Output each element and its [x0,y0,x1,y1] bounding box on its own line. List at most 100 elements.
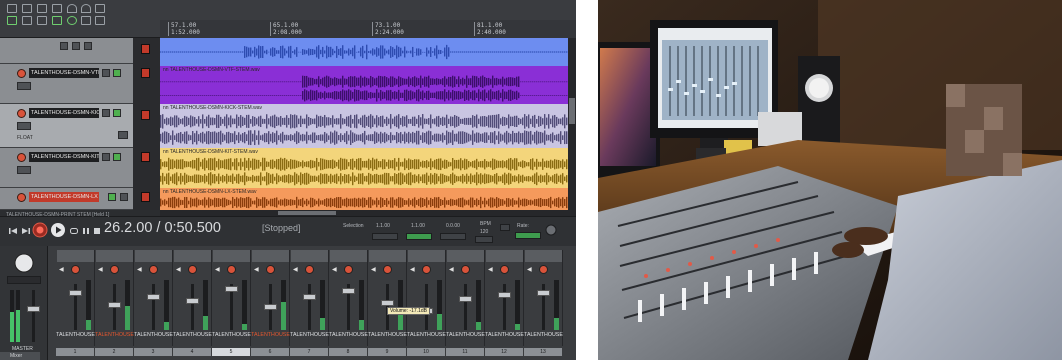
pause-icon[interactable] [81,226,91,236]
volume-fader[interactable] [459,296,472,302]
lock-toggle-icon[interactable] [95,16,105,25]
strip-number[interactable]: 12 [485,348,523,356]
master-pan-knob-icon[interactable] [13,252,35,274]
bpm-value[interactable]: 120 [480,229,488,235]
media-item[interactable]: nn TALENTHOUSE-DSMN-LX-STEM.wav [160,188,568,210]
fader-track[interactable] [308,284,311,330]
fx-arrow-icon[interactable]: ◀ [215,266,220,273]
mute-button[interactable] [120,193,128,201]
time-signature-box[interactable] [475,236,493,243]
strip-number[interactable]: 11 [446,348,484,356]
selection-length[interactable]: 0.0.00 [446,223,460,229]
timeline-ruler[interactable]: 57.1.00 1:52.000 65.1.00 2:08.000 73.1.00 2… [160,20,576,38]
track-envelope-button[interactable] [118,131,128,139]
fx-arrow-icon[interactable]: ◀ [293,266,298,273]
strip-number[interactable]: 7 [290,348,328,356]
strip-name[interactable]: TALENTHOUSE [329,332,368,338]
strip-fx-area[interactable] [330,250,367,262]
fx-button[interactable] [113,153,121,161]
mute-button[interactable] [102,153,110,161]
fx-button[interactable] [113,69,121,77]
strip-fx-area[interactable] [213,250,250,262]
open-project-icon[interactable] [22,4,32,13]
strip-fx-area[interactable] [525,250,562,262]
pan-knob[interactable] [149,265,158,274]
track-io-button[interactable] [17,82,31,90]
strip-number[interactable]: 3 [134,348,172,356]
loop-icon[interactable] [69,226,79,236]
volume-fader[interactable] [225,286,238,292]
pan-knob[interactable] [71,265,80,274]
track-name[interactable]: TALENTHOUSE-DSMN-LX [29,192,99,202]
strip-number[interactable]: 2 [95,348,133,356]
fx-arrow-icon[interactable]: ◀ [59,266,64,273]
track-name[interactable]: TALENTHOUSE-DSMN-VTF [29,68,99,78]
track-header[interactable]: TALENTHOUSE-DSMN-VTF [0,64,133,104]
mute-button[interactable] [102,69,110,77]
track-button[interactable] [84,42,92,50]
mixer-strip[interactable]: ◀ TALENTHOUSE 2 [95,250,134,356]
volume-fader[interactable] [381,300,394,306]
strip-number[interactable]: 4 [173,348,211,356]
metronome-icon[interactable] [95,4,105,13]
strip-number[interactable]: 13 [524,348,562,356]
mixer-strip[interactable]: ◀ TALENTHOUSE 11 [446,250,485,356]
strip-name[interactable]: TALENTHOUSE [212,332,251,338]
fader-track[interactable] [191,284,194,330]
rate-knob-icon[interactable] [545,224,557,236]
fader-track[interactable] [503,284,506,330]
volume-fader[interactable] [108,302,121,308]
strip-fx-area[interactable] [408,250,445,262]
mixer-tab[interactable]: Mixer [0,352,40,360]
track-header[interactable]: TALENTHOUSE-DSMN-KIC FLOAT [0,104,133,148]
media-item[interactable]: nn TALENTHOUSE-DSMN-KIT-STEM.wav [160,148,568,188]
track-name[interactable]: TALENTHOUSE-DSMN-KIC [29,108,99,118]
track-header[interactable]: TALENTHOUSE-DSMN-KIT [0,148,133,188]
strip-fx-area[interactable] [57,250,94,262]
record-arm-button[interactable] [17,153,26,162]
fx-arrow-icon[interactable]: ◀ [137,266,142,273]
mixer-strip[interactable]: ◀ TALENTHOUSE 6 [251,250,290,356]
strip-fx-area[interactable] [174,250,211,262]
pan-knob[interactable] [188,265,197,274]
mixer-strip[interactable]: ◀ TALENTHOUSE 1 [56,250,95,356]
strip-fx-area[interactable] [447,250,484,262]
strip-number[interactable]: 6 [251,348,289,356]
master-fx-slot[interactable] [7,276,41,284]
fx-arrow-icon[interactable]: ◀ [488,266,493,273]
fx-arrow-icon[interactable]: ◀ [332,266,337,273]
fader-track[interactable] [464,284,467,330]
strip-name[interactable]: TALENTHOUSE [134,332,173,338]
master-fader[interactable] [27,306,40,312]
strip-fx-area[interactable] [486,250,523,262]
go-to-end-icon[interactable] [21,226,31,236]
mixer-strip[interactable]: ◀ TALENTHOUSE 9 [368,250,407,356]
master-fader-track[interactable] [32,290,35,342]
undo-icon[interactable] [67,4,77,13]
strip-name[interactable]: TALENTHOUSE [485,332,524,338]
volume-fader[interactable] [186,298,199,304]
strip-name[interactable]: TALENTHOUSE [251,332,290,338]
track-io-button[interactable] [17,122,31,130]
strip-fx-area[interactable] [369,250,406,262]
selection-end[interactable]: 1.1.00 [411,223,425,229]
strip-number[interactable]: 9 [368,348,406,356]
pan-knob[interactable] [305,265,314,274]
fx-button[interactable] [108,193,116,201]
position-readout[interactable]: 26.2.00 / 0:50.500 [104,220,221,236]
media-item[interactable] [160,38,568,66]
strip-number[interactable]: 8 [329,348,367,356]
strip-fx-area[interactable] [96,250,133,262]
mixer-strip[interactable]: ◀ TALENTHOUSE 8 [329,250,368,356]
fx-button[interactable] [113,109,121,117]
volume-fader[interactable] [342,288,355,294]
fx-arrow-icon[interactable]: ◀ [449,266,454,273]
new-project-icon[interactable] [7,4,17,13]
selection-start[interactable]: 1.1.00 [376,223,390,229]
pan-knob[interactable] [227,265,236,274]
strip-name[interactable]: TALENTHOUSE [524,332,563,338]
record-icon[interactable] [32,222,48,238]
record-arm-button[interactable] [17,69,26,78]
redo-icon[interactable] [81,4,91,13]
vertical-scrollbar[interactable] [568,38,576,210]
